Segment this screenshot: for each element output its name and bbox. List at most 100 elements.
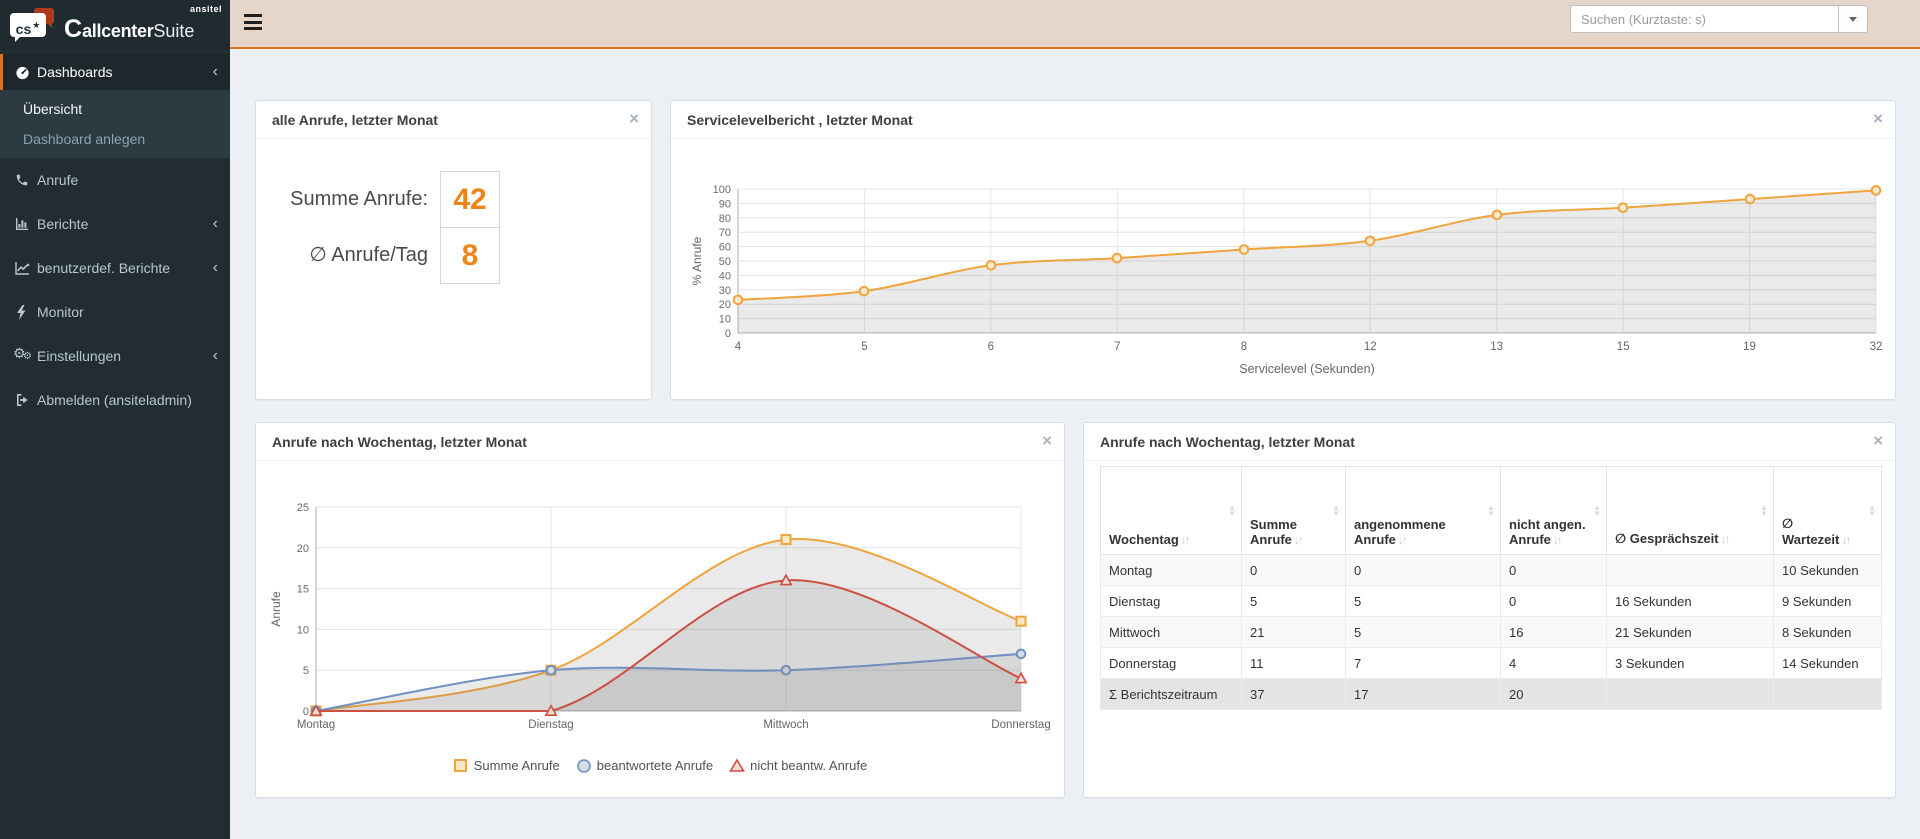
bar-chart-icon — [15, 217, 37, 231]
sidebar-item-dashboard-anlegen[interactable]: Dashboard anlegen — [0, 124, 230, 154]
brand-word-light: Suite — [153, 21, 195, 41]
y-tick-label: 90 — [719, 198, 731, 210]
table-cell: 14 Sekunden — [1773, 647, 1882, 679]
sort-caret-icon: ▲ ▼ — [1228, 502, 1236, 518]
sign-out-icon — [15, 393, 37, 407]
column-header-5[interactable]: ∅ Gesprächszeit ↓↑ ▲ ▼ — [1606, 466, 1774, 555]
x-tick-label: 13 — [1490, 341, 1503, 353]
column-header-2[interactable]: Summe Anrufe ↓↑ ▲ ▼ — [1241, 466, 1346, 555]
data-point-circle — [1491, 209, 1503, 221]
sidebar-item-label: Berichte — [37, 216, 89, 232]
sort-arrows-icon: ↓↑ — [1841, 533, 1851, 547]
column-header-3[interactable]: angenommene Anrufe ↓↑ ▲ ▼ — [1345, 466, 1501, 555]
x-tick-label: 6 — [988, 341, 994, 353]
app-logo[interactable]: cs★ ansitel CallcenterSuite — [0, 0, 230, 50]
brand-word-c: C — [64, 15, 83, 43]
sort-arrows-icon: ↓↑ — [1720, 532, 1731, 546]
line-chart-icon — [15, 261, 37, 275]
sort-caret-icon: ▲ ▼ — [1487, 502, 1495, 518]
sidebar-item-einstellungen[interactable]: ⚙ ⚙ Einstellungen ‹ — [0, 334, 230, 378]
sidebar-item-abmelden[interactable]: Abmelden (ansiteladmin) — [0, 378, 230, 422]
column-header-1[interactable]: Wochentag ↓↑ ▲ ▼ — [1100, 466, 1242, 555]
x-tick-label: 32 — [1870, 341, 1883, 353]
table-row: Mittwoch 21 5 16 21 Sekunden 8 Sekunden — [1100, 616, 1882, 648]
column-header-4[interactable]: nicht angen. Anrufe ↓↑ ▲ ▼ — [1500, 466, 1607, 555]
y-tick-label: 60 — [719, 242, 731, 254]
sidebar-item-uebersicht[interactable]: Übersicht — [0, 94, 230, 124]
sort-arrows-icon: ↓↑ — [1552, 533, 1563, 547]
sidebar-item-anrufe[interactable]: Anrufe — [0, 158, 230, 202]
table-header-row: Wochentag ↓↑ ▲ ▼ Summe Anrufe ↓↑ ▲ ▼ angenommene… — [1100, 466, 1882, 555]
kpi-value-summe-anrufe: 42 — [440, 171, 500, 228]
table-cell: 5 — [1241, 585, 1346, 617]
close-icon[interactable]: × — [1873, 423, 1883, 461]
legend-item[interactable]: Summe Anrufe — [453, 758, 560, 773]
sidebar-nav: Dashboards ‹ Übersicht Dashboard anlegen… — [0, 50, 230, 422]
table-cell: 5 — [1345, 585, 1501, 617]
y-axis-label: % Anrufe — [690, 236, 704, 285]
search-input[interactable] — [1570, 5, 1838, 33]
column-header-label: ∅ Wartezeit — [1782, 516, 1840, 547]
legend-item[interactable]: beantwortete Anrufe — [576, 758, 713, 773]
legend-circle-swatch-icon — [576, 759, 591, 773]
table-row: Dienstag 5 5 0 16 Sekunden 9 Sekunden — [1100, 585, 1882, 617]
x-tick-label: 19 — [1743, 341, 1756, 353]
kpi-label-summe-anrufe: Summe Anrufe: — [290, 188, 428, 210]
chevron-left-icon: ‹ — [212, 347, 218, 364]
sidebar-item-monitor[interactable]: Monitor — [0, 290, 230, 334]
y-tick-label: 5 — [303, 665, 309, 677]
data-point-square — [1015, 615, 1027, 627]
data-point-circle — [545, 664, 557, 676]
y-tick-label: 0 — [725, 328, 731, 340]
sidebar-item-label: Anrufe — [37, 172, 79, 188]
x-tick-label: Montag — [297, 719, 335, 731]
table-head: Wochentag ↓↑ ▲ ▼ Summe Anrufe ↓↑ ▲ ▼ angenommene… — [1100, 466, 1882, 555]
column-header-label: nicht angen. Anrufe — [1509, 517, 1586, 547]
data-point-circle — [1015, 648, 1027, 660]
table-cell: 16 Sekunden — [1606, 585, 1774, 617]
lightning-bolt-icon — [15, 304, 37, 320]
search-dropdown-button[interactable] — [1838, 5, 1868, 33]
close-icon[interactable]: × — [1873, 101, 1883, 139]
series-area — [738, 190, 1876, 333]
y-tick-label: 30 — [719, 285, 731, 297]
sidebar-item-benutzerdef-berichte[interactable]: benutzerdef. Berichte ‹ — [0, 246, 230, 290]
legend-item[interactable]: nicht beantw. Anrufe — [729, 758, 867, 773]
table-cell: Donnerstag — [1100, 647, 1242, 679]
hamburger-menu-icon[interactable] — [244, 14, 262, 31]
sort-arrows-icon: ↓↑ — [1180, 533, 1191, 547]
legend-label: Summe Anrufe — [473, 758, 560, 773]
panel-header: Anrufe nach Wochentag, letzter Monat × — [256, 423, 1064, 461]
sidebar-item-dashboards[interactable]: Dashboards ‹ — [0, 54, 230, 90]
wochentag-report-table: Wochentag ↓↑ ▲ ▼ Summe Anrufe ↓↑ ▲ ▼ angenommene… — [1100, 466, 1882, 710]
app-root: { "brand": { "tagline": "ansitel", "badg… — [0, 0, 1920, 839]
table-row: Montag 0 0 0 10 Sekunden — [1100, 554, 1882, 586]
topbar — [230, 0, 1920, 49]
y-tick-label: 0 — [303, 706, 309, 718]
table-cell: 8 Sekunden — [1773, 616, 1882, 648]
panel-body: 0 5 10 15 20 25 Montag Dienstag Mittwoch Donnerst… — [256, 461, 1064, 773]
logo-speech-bubble-icon: cs★ — [10, 6, 56, 44]
table-row: Donnerstag 11 7 4 3 Sekunden 14 Sekunden — [1100, 647, 1882, 679]
close-icon[interactable]: × — [629, 101, 639, 139]
logo-wordmark: ansitel CallcenterSuite — [64, 4, 222, 44]
table-cell: 3 Sekunden — [1606, 647, 1774, 679]
panel-body: 0 10 20 30 40 50 60 70 80 90 100 4 5 6 7 8 12 13 15 19 32 % A… — [671, 139, 1895, 406]
panel-alle-anrufe: alle Anrufe, letzter Monat × Summe Anruf… — [255, 100, 652, 400]
sort-arrows-icon: ↓↑ — [1293, 533, 1304, 547]
dashboard-gauge-icon — [15, 65, 37, 80]
table-cell: 9 Sekunden — [1773, 585, 1882, 617]
sidebar-item-berichte[interactable]: Berichte ‹ — [0, 202, 230, 246]
table-cell: Montag — [1100, 554, 1242, 586]
column-header-label: Wochentag — [1109, 532, 1179, 547]
table-cell — [1773, 678, 1882, 710]
data-point-circle — [1744, 193, 1756, 205]
y-tick-label: 100 — [713, 184, 731, 196]
column-header-6[interactable]: ∅ Wartezeit ↓↑ ▲ ▼ — [1773, 466, 1882, 555]
sidebar-item-label: Dashboards — [37, 64, 113, 80]
table-cell: 10 Sekunden — [1773, 554, 1882, 586]
sort-caret-icon: ▲ ▼ — [1760, 502, 1768, 518]
data-point-circle — [1238, 244, 1250, 255]
y-tick-label: 80 — [719, 213, 731, 225]
close-icon[interactable]: × — [1042, 423, 1052, 461]
